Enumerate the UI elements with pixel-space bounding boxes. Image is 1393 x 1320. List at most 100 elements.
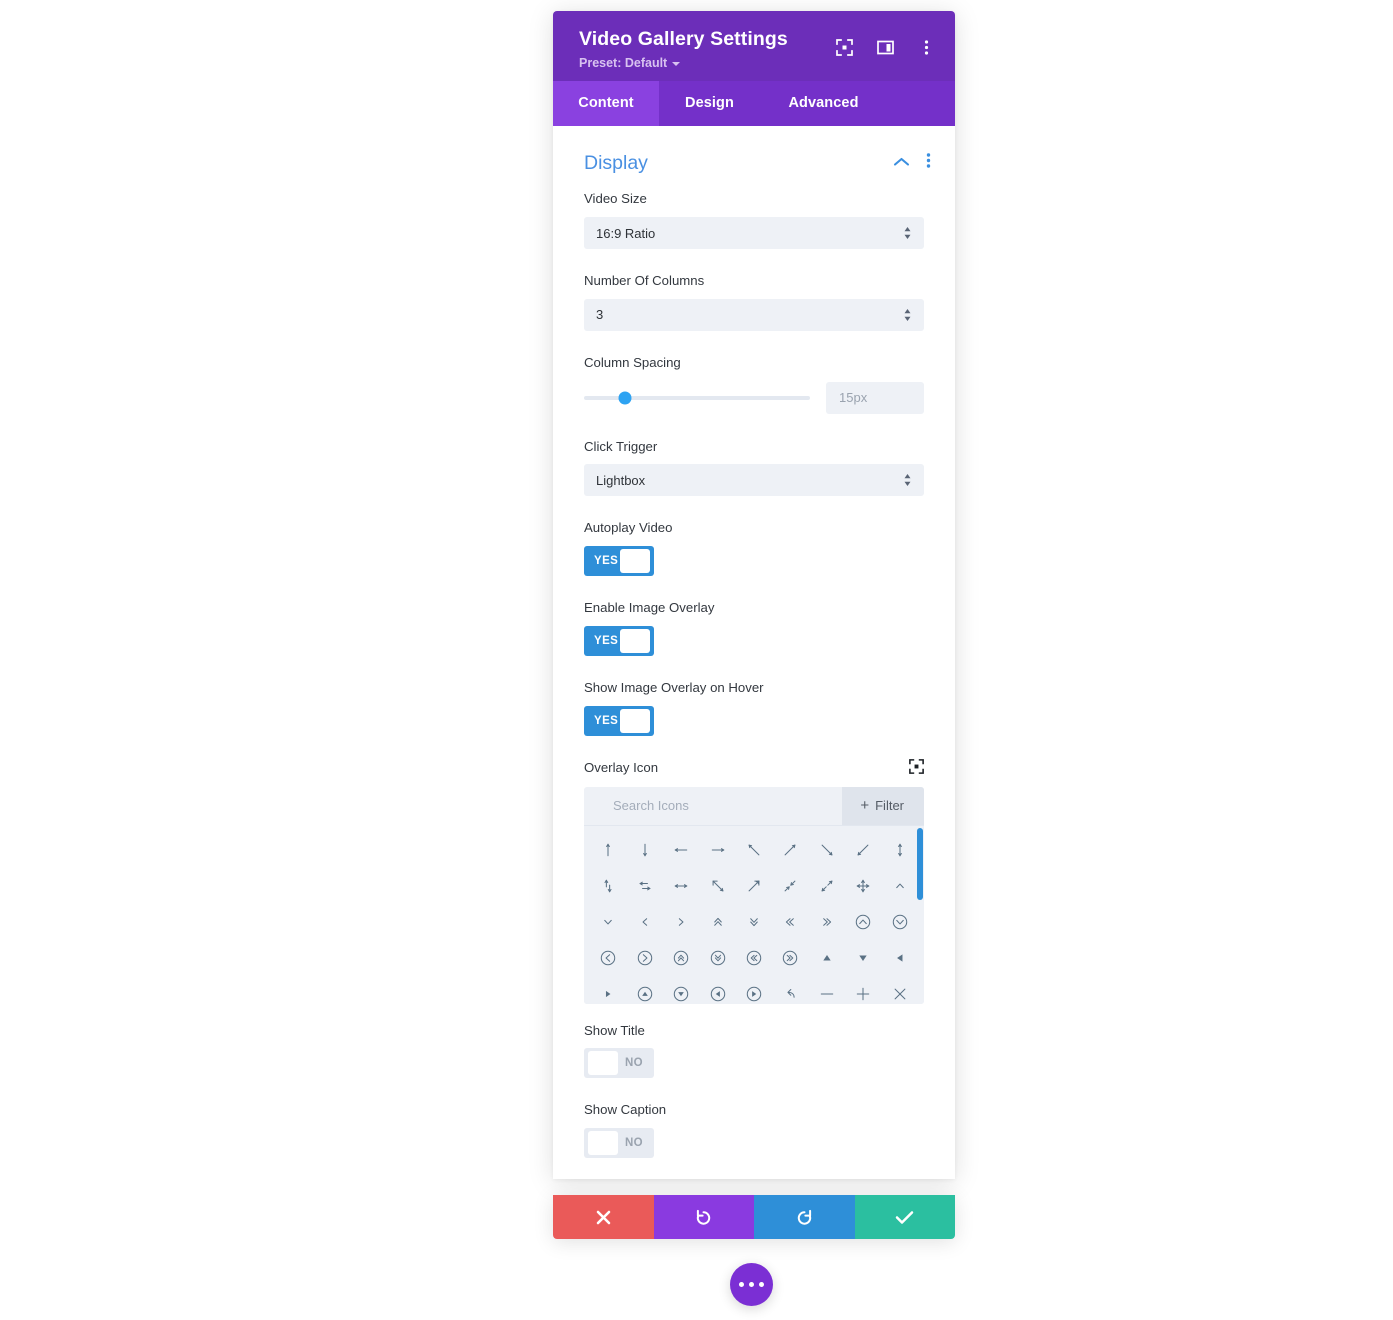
circle-chevrons-left-icon[interactable] xyxy=(736,940,772,976)
stepper-arrows-icon xyxy=(903,308,912,322)
arrows-contract-icon[interactable] xyxy=(772,868,808,904)
show-image-overlay-on-hover-label: Show Image Overlay on Hover xyxy=(584,679,764,695)
chevrons-right-icon[interactable] xyxy=(809,904,845,940)
arrows-expand-icon[interactable] xyxy=(809,868,845,904)
arrow-down-icon[interactable] xyxy=(626,832,662,868)
triangle-right-icon[interactable] xyxy=(590,976,626,1004)
arrows-vertical-icon[interactable] xyxy=(882,832,918,868)
arrows-up-down-icon[interactable] xyxy=(590,868,626,904)
arrows-exchange-icon[interactable] xyxy=(626,868,662,904)
more-horizontal-icon xyxy=(749,1282,754,1287)
circle-triangle-down-icon[interactable] xyxy=(663,976,699,1004)
show-title-state: NO xyxy=(624,1057,643,1070)
minus-icon[interactable] xyxy=(809,976,845,1004)
arrow-up-icon[interactable] xyxy=(590,832,626,868)
focus-target-icon[interactable] xyxy=(909,758,924,779)
field-enable-image-overlay: Enable Image Overlay YES xyxy=(553,599,955,656)
arrow-expand-nw-se-icon[interactable] xyxy=(699,868,735,904)
circle-chevron-up-icon[interactable] xyxy=(845,904,881,940)
triangle-left-icon[interactable] xyxy=(882,940,918,976)
more-options-floating-button[interactable] xyxy=(730,1263,773,1306)
show-caption-toggle[interactable]: NO xyxy=(584,1128,654,1159)
arrows-horizontal-icon[interactable] xyxy=(663,868,699,904)
field-show-title: Show Title NO xyxy=(553,1022,955,1079)
chevron-up-icon[interactable] xyxy=(882,868,918,904)
circle-chevron-left-icon[interactable] xyxy=(590,940,626,976)
redo-button[interactable] xyxy=(754,1195,855,1239)
arrow-down-left-icon[interactable] xyxy=(845,832,881,868)
chevron-up-icon[interactable] xyxy=(893,154,910,172)
circle-triangle-up-icon[interactable] xyxy=(626,976,662,1004)
tab-content[interactable]: Content xyxy=(553,81,659,127)
circle-chevrons-down-icon[interactable] xyxy=(699,940,735,976)
arrows-move-icon[interactable] xyxy=(845,868,881,904)
video-size-value: 16:9 Ratio xyxy=(596,225,656,241)
plus-icon[interactable] xyxy=(845,976,881,1004)
circle-chevron-right-icon[interactable] xyxy=(626,940,662,976)
column-spacing-control: 15px xyxy=(584,381,924,415)
slider-handle[interactable] xyxy=(618,391,632,405)
section-more-vertical-icon[interactable] xyxy=(926,152,931,174)
search-icons-input[interactable]: Search Icons xyxy=(584,798,842,813)
tab-advanced[interactable]: Advanced xyxy=(760,81,887,126)
column-spacing-input[interactable]: 15px xyxy=(826,381,924,414)
triangle-down-icon[interactable] xyxy=(845,940,881,976)
autoplay-video-state: YES xyxy=(594,555,619,568)
video-size-select[interactable]: 16:9 Ratio xyxy=(584,217,924,250)
arrow-expand-sw-ne-icon[interactable] xyxy=(736,868,772,904)
column-spacing-slider[interactable] xyxy=(584,391,826,405)
toggle-knob xyxy=(620,549,650,574)
chevron-right-icon[interactable] xyxy=(663,904,699,940)
undo-button[interactable] xyxy=(653,1195,754,1239)
icon-grid xyxy=(584,826,924,1004)
preset-selector[interactable]: Preset: Default xyxy=(579,56,931,70)
toggle-knob xyxy=(588,1051,618,1076)
enable-image-overlay-state: YES xyxy=(594,634,619,647)
titlebar-actions xyxy=(836,39,935,56)
tab-design[interactable]: Design xyxy=(659,81,760,126)
layout-columns-icon[interactable] xyxy=(877,39,894,56)
column-spacing-label: Column Spacing xyxy=(584,354,681,370)
chevrons-left-icon[interactable] xyxy=(772,904,808,940)
preset-label: Preset: Default xyxy=(579,56,668,71)
chevrons-up-icon[interactable] xyxy=(699,904,735,940)
arrow-down-right-icon[interactable] xyxy=(809,832,845,868)
arrow-right-icon[interactable] xyxy=(699,832,735,868)
save-button[interactable] xyxy=(854,1195,955,1239)
field-video-size: Video Size 16:9 Ratio xyxy=(553,190,955,250)
close-x-icon[interactable] xyxy=(882,976,918,1004)
slider-track xyxy=(584,391,810,405)
chevron-left-icon[interactable] xyxy=(626,904,662,940)
module-settings-panel: Video Gallery Settings Preset: Default C… xyxy=(553,11,955,1180)
enable-image-overlay-toggle[interactable]: YES xyxy=(584,625,654,656)
field-show-image-overlay-on-hover: Show Image Overlay on Hover YES xyxy=(553,679,955,736)
circle-chevrons-right-icon[interactable] xyxy=(772,940,808,976)
click-trigger-select[interactable]: Lightbox xyxy=(584,464,924,497)
panel-body: Display Video Size 16:9 Ratio Number Of … xyxy=(553,126,955,1180)
triangle-up-icon[interactable] xyxy=(809,940,845,976)
chevrons-down-icon[interactable] xyxy=(736,904,772,940)
arrow-left-icon[interactable] xyxy=(663,832,699,868)
more-vertical-icon[interactable] xyxy=(918,39,935,56)
undo-arrow-icon[interactable] xyxy=(772,976,808,1004)
cancel-button[interactable] xyxy=(553,1195,654,1239)
arrow-up-right-icon[interactable] xyxy=(772,832,808,868)
arrow-up-left-icon[interactable] xyxy=(736,832,772,868)
field-autoplay-video: Autoplay Video YES xyxy=(553,519,955,577)
circle-chevrons-up-icon[interactable] xyxy=(663,940,699,976)
show-title-toggle[interactable]: NO xyxy=(584,1048,654,1079)
autoplay-video-toggle[interactable]: YES xyxy=(584,546,654,577)
icon-grid-scrollbar[interactable] xyxy=(917,827,923,900)
autoplay-video-label: Autoplay Video xyxy=(584,520,673,536)
section-title: Display xyxy=(584,151,648,174)
chevron-down-icon[interactable] xyxy=(590,904,626,940)
plus-icon: + xyxy=(860,797,870,815)
circle-chevron-down-icon[interactable] xyxy=(882,904,918,940)
circle-triangle-right-icon[interactable] xyxy=(736,976,772,1004)
circle-triangle-left-icon[interactable] xyxy=(699,976,735,1004)
show-image-overlay-on-hover-toggle[interactable]: YES xyxy=(584,705,654,736)
number-of-columns-select[interactable]: 3 xyxy=(584,298,924,331)
focus-target-icon[interactable] xyxy=(836,39,853,56)
stepper-arrows-icon xyxy=(903,473,912,487)
filter-button[interactable]: + Filter xyxy=(842,786,924,825)
